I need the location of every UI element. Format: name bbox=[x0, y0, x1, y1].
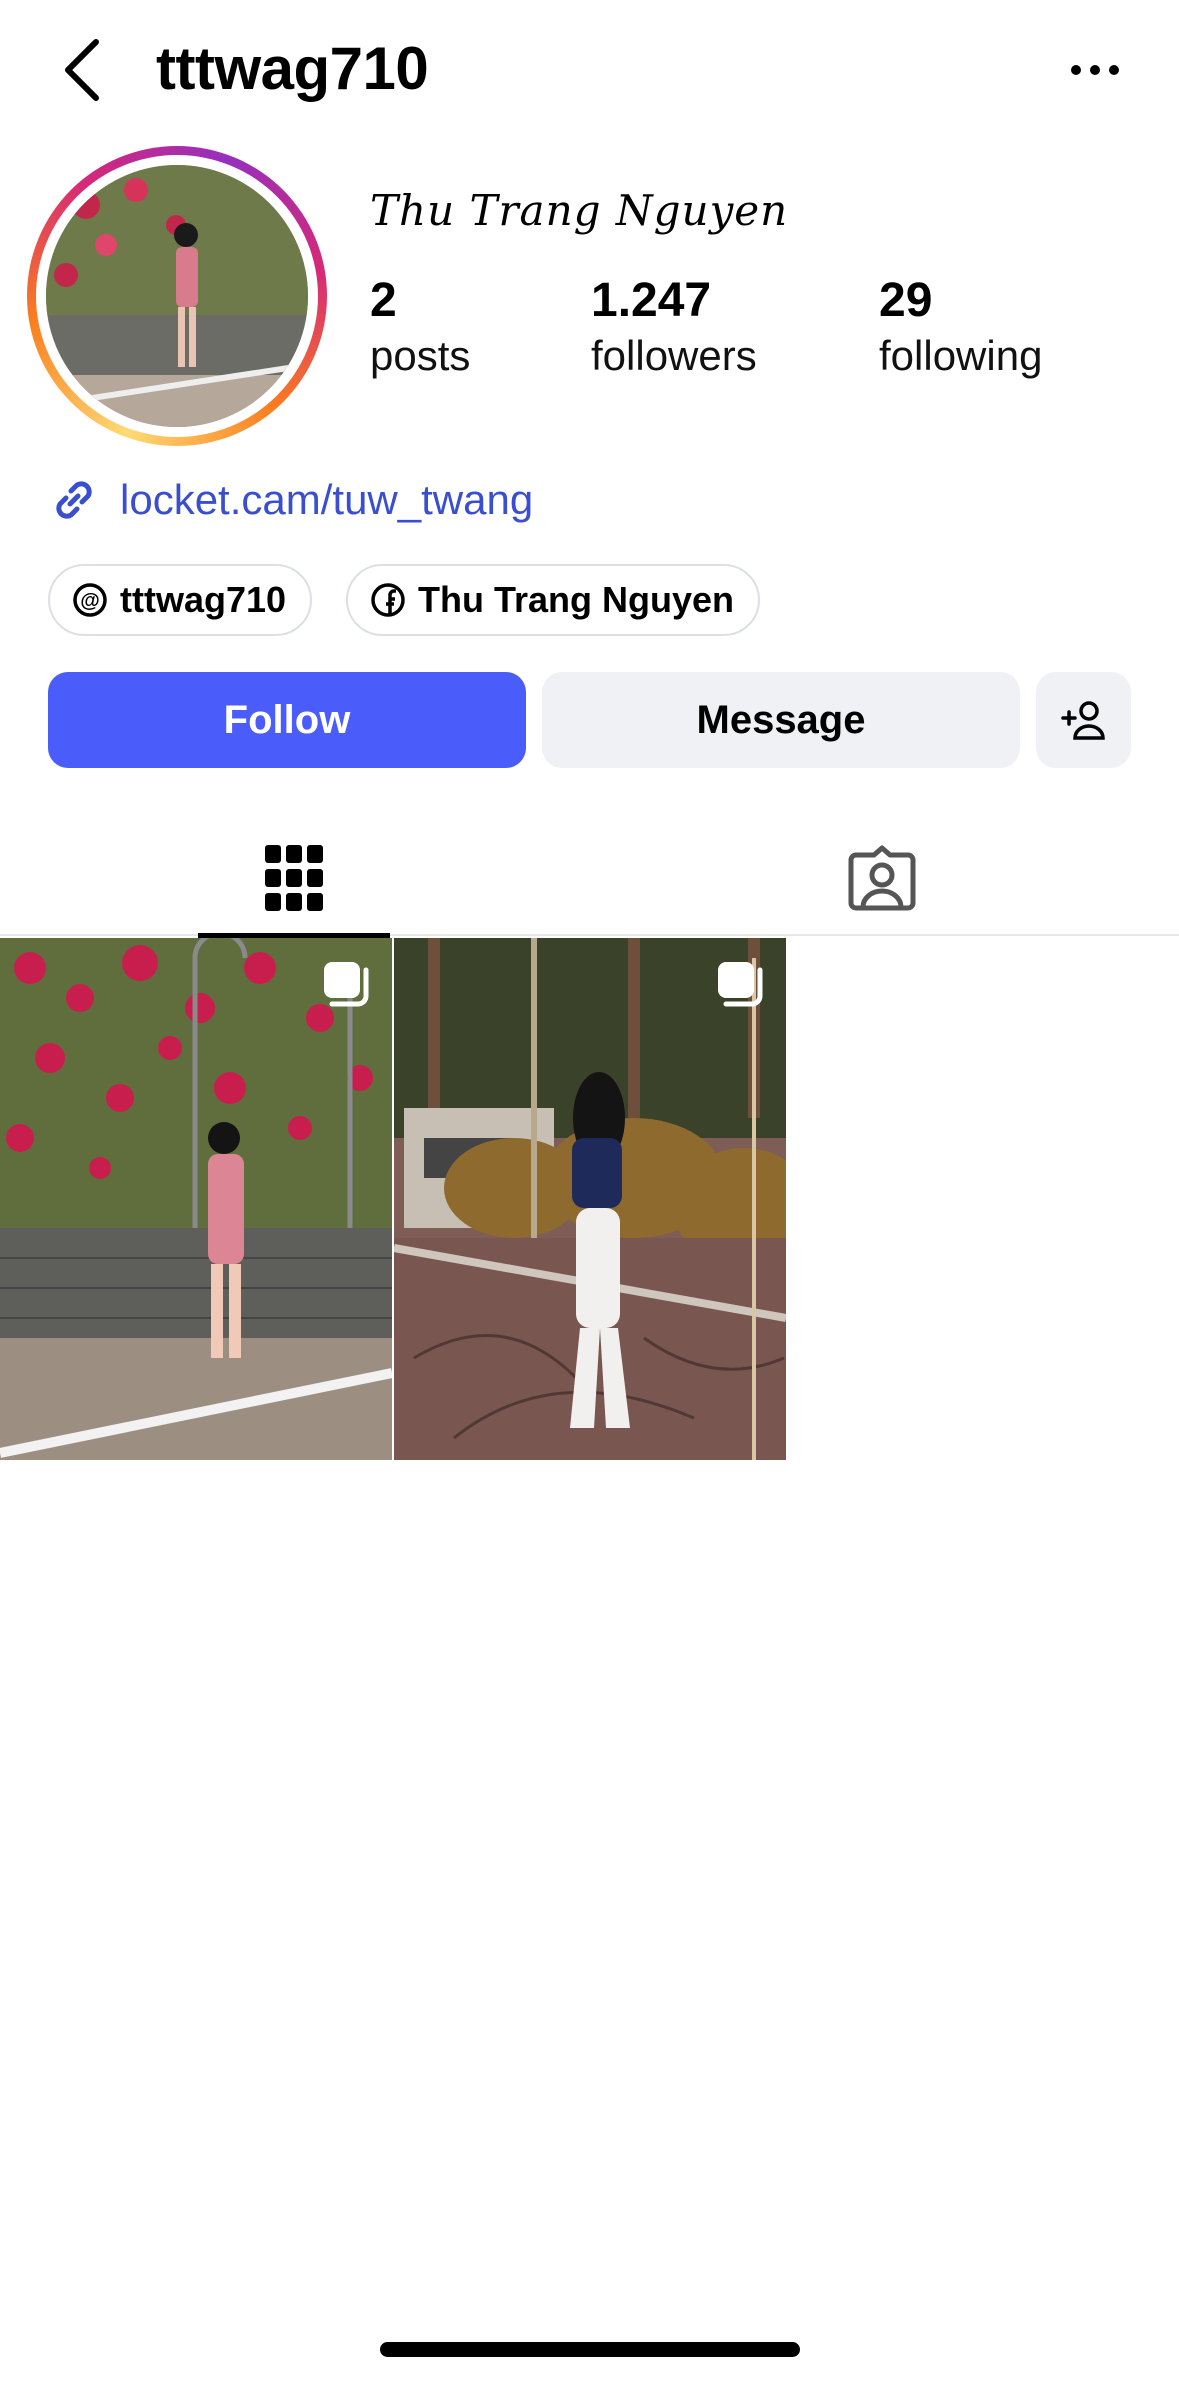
stat-label: following bbox=[879, 332, 1043, 379]
stat-label: followers bbox=[591, 332, 757, 379]
add-person-icon bbox=[1060, 701, 1105, 740]
tagged-icon bbox=[848, 845, 916, 911]
stat-label: posts bbox=[370, 332, 471, 379]
profile-tabs bbox=[0, 820, 1179, 938]
link-icon bbox=[56, 481, 92, 519]
story-ring[interactable] bbox=[27, 146, 327, 446]
chip-label: Thu Trang Nguyen bbox=[418, 579, 735, 620]
follow-button[interactable]: Follow bbox=[48, 672, 526, 768]
svg-text:@: @ bbox=[80, 590, 100, 612]
facebook-chip[interactable]: Thu Trang Nguyen bbox=[346, 564, 761, 636]
more-options-button[interactable] bbox=[1060, 40, 1130, 100]
threads-chip[interactable]: @ tttwag710 bbox=[48, 564, 313, 636]
message-button[interactable]: Message bbox=[542, 672, 1020, 768]
back-button[interactable] bbox=[52, 30, 112, 110]
avatar bbox=[46, 165, 308, 427]
chevron-left-icon bbox=[65, 39, 99, 101]
post-thumbnail[interactable] bbox=[0, 938, 392, 1460]
post-thumbnail[interactable] bbox=[394, 938, 786, 1460]
add-person-button[interactable] bbox=[1036, 672, 1131, 768]
stat-followers[interactable]: 1.247 followers bbox=[591, 272, 757, 382]
stat-following[interactable]: 29 following bbox=[879, 272, 1042, 382]
grid-icon bbox=[265, 845, 323, 911]
display-name: Thu Trang Nguyen bbox=[370, 186, 789, 235]
tab-posts-grid[interactable] bbox=[198, 820, 390, 938]
profile-header: tttwag710 bbox=[0, 0, 1179, 140]
bio-link-text: locket.cam/tuw_twang bbox=[120, 476, 534, 523]
stat-posts[interactable]: 2 posts bbox=[370, 272, 470, 382]
bio-link[interactable]: locket.cam/tuw_twang bbox=[48, 470, 533, 530]
threads-icon: @ bbox=[73, 583, 107, 617]
chip-label: tttwag710 bbox=[120, 579, 287, 620]
stat-value: 1.247 bbox=[591, 274, 712, 327]
ellipsis-icon bbox=[1071, 65, 1119, 75]
stat-value: 29 bbox=[879, 274, 933, 327]
reel-icon bbox=[718, 962, 763, 1007]
tab-tagged[interactable] bbox=[786, 820, 978, 936]
home-indicator[interactable] bbox=[380, 2342, 800, 2357]
reel-icon bbox=[324, 962, 369, 1007]
profile-username: tttwag710 bbox=[156, 35, 429, 102]
stat-value: 2 bbox=[370, 274, 397, 327]
facebook-icon bbox=[371, 583, 405, 617]
